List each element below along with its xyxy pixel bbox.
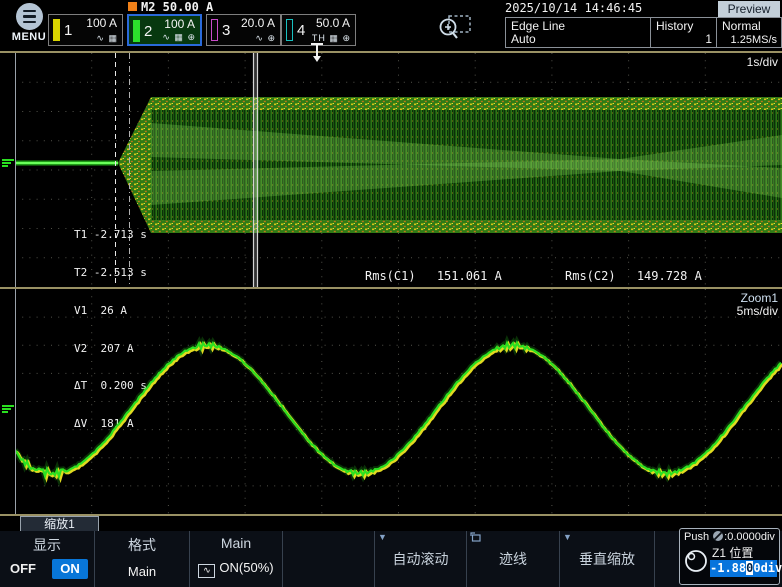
zoom-search-icon[interactable]	[437, 13, 473, 48]
ac-wave-icon: ∿	[162, 32, 171, 42]
channel-1-range: 100 A	[86, 16, 117, 30]
knob-push-icon	[712, 530, 724, 542]
softkey-menu-bar: 显示 OFF ON 格式 Main Main ∿ ON(50%) ▼ 自动滚动 迹…	[0, 531, 782, 587]
channel-4-color-bar	[286, 19, 293, 41]
vertical-zoom-cell[interactable]: ▼ 垂直缩放	[560, 531, 655, 587]
filter-icon: ▦	[108, 33, 118, 43]
history-value: 1	[705, 32, 712, 46]
acquisition-box[interactable]: Normal 1.25MS/s	[716, 17, 782, 48]
zoom-waveform-canvas[interactable]	[15, 289, 782, 514]
format-cell[interactable]: 格式 Main	[95, 531, 190, 587]
probe-icon: ⊕	[342, 33, 351, 43]
trigger-type: Edge Line	[511, 19, 565, 33]
probe-icon: ⊕	[187, 32, 196, 42]
channel-1-number: 1	[64, 22, 72, 39]
trigger-mode: Auto	[511, 32, 536, 46]
ground-marker-main	[2, 159, 14, 168]
probe-icon: ⊕	[267, 33, 276, 43]
channel-2-number: 2	[144, 23, 152, 40]
push-hint-row: Push :0.0000div	[684, 530, 775, 543]
channel-2-range: 100 A	[164, 17, 195, 31]
z1-position-label: Z1 位置	[712, 544, 753, 561]
filter-icon: ▦	[329, 33, 339, 43]
menu-button[interactable]: MENU	[7, 3, 51, 49]
z1-position-knob-panel[interactable]: Push :0.0000div Z1 位置 -1.8800div	[679, 528, 780, 585]
zoom-timebase-label: 5ms/div	[737, 304, 778, 318]
autoscroll-cell[interactable]: ▼ 自动滚动	[375, 531, 467, 587]
ac-wave-icon: ∿	[255, 33, 264, 43]
tab-zoom1[interactable]: 缩放1	[20, 516, 99, 532]
sample-rate: 1.25MS/s	[731, 34, 777, 46]
datetime: 2025/10/14 14:46:45	[505, 1, 642, 15]
display-cell[interactable]: 显示 OFF ON	[0, 531, 95, 587]
ac-wave-icon: ∿	[96, 33, 105, 43]
dropdown-arrow-icon: ▼	[563, 532, 572, 542]
main-ratio-label: Main	[190, 535, 282, 551]
format-value: Main	[95, 564, 189, 579]
popout-window-icon	[470, 532, 481, 544]
rms-c1-readout: Rms(C1) 151.061 A	[365, 269, 502, 283]
main-ratio-value-row: ∿ ON(50%)	[190, 560, 282, 578]
rms-c1-label: Rms(C1)	[365, 269, 416, 283]
display-label: 显示	[0, 535, 94, 555]
trigger-settings-box[interactable]: Edge Line Auto	[505, 17, 651, 48]
rms-c2-label: Rms(C2)	[565, 269, 616, 283]
display-off-option[interactable]: OFF	[10, 561, 36, 576]
rms-c2-value: 149.728 A	[637, 269, 702, 283]
waveform-thumbnail-icon: ∿	[198, 564, 215, 578]
display-on-option[interactable]: ON	[52, 559, 88, 579]
math-channel-color-swatch	[128, 2, 137, 11]
empty-cell	[283, 531, 375, 587]
channel-3-coupling-icons: ∿ ⊕	[255, 33, 276, 44]
autoscroll-label: 自动滚动	[375, 531, 466, 587]
filter-icon: ▦	[174, 32, 184, 42]
menu-label: MENU	[7, 31, 51, 43]
z1-value-post: 0div	[753, 561, 782, 575]
history-box[interactable]: History 1	[650, 17, 717, 48]
z1-value-pre: -1.88	[710, 561, 746, 575]
main-ratio-cell[interactable]: Main ∿ ON(50%)	[190, 531, 283, 587]
rotary-knob-icon[interactable]	[684, 549, 708, 573]
channel-4-range: 50.0 A	[316, 16, 350, 30]
channel-2-color-bar	[133, 20, 140, 42]
rms-c1-value: 151.061 A	[437, 269, 502, 283]
channel-3-number: 3	[222, 22, 230, 39]
push-value: :0.0000div	[724, 531, 775, 543]
rms-c2-readout: Rms(C2) 149.728 A	[565, 269, 702, 283]
format-label: 格式	[95, 535, 189, 555]
main-timebase-label: 1s/div	[747, 55, 778, 69]
channel-1-coupling-icons: ∿ ▦	[96, 33, 118, 44]
cursor-t1: T1 -2.713 s	[74, 229, 147, 242]
acquisition-mode: Normal	[722, 19, 761, 33]
channel-2-coupling-icons: ∿ ▦ ⊕	[162, 32, 196, 43]
hamburger-icon	[16, 3, 43, 30]
ground-marker-zoom	[2, 405, 14, 414]
channel-3-range: 20.0 A	[241, 16, 275, 30]
zoom-waveform-graph[interactable]	[0, 289, 782, 514]
channel-2-box[interactable]: 2 100 A ∿ ▦ ⊕	[127, 14, 202, 46]
main-ratio-value: ON(50%)	[219, 560, 273, 575]
zoom-window-title: Zoom1	[741, 291, 778, 305]
footer-divider	[0, 514, 782, 516]
cursor-t2: T2 -2.513 s	[74, 267, 147, 280]
math-channel-label: M2 50.00 A	[141, 0, 213, 14]
vertical-zoom-label: 垂直缩放	[560, 531, 654, 587]
trigger-position-icon[interactable]	[308, 42, 326, 69]
channel-1-box[interactable]: 1 100 A ∿ ▦	[48, 14, 123, 46]
channel-1-color-bar	[53, 19, 60, 41]
z1-position-value[interactable]: -1.8800div	[710, 560, 777, 577]
channel-3-color-bar	[211, 19, 218, 41]
channel-3-box[interactable]: 3 20.0 A ∿ ⊕	[206, 14, 281, 46]
preview-button[interactable]: Preview	[718, 1, 780, 17]
channel-4-number: 4	[297, 22, 305, 39]
push-label: Push	[684, 531, 709, 543]
history-label: History	[656, 19, 693, 33]
dropdown-arrow-icon: ▼	[378, 532, 387, 542]
trace-cell[interactable]: 迹线	[467, 531, 560, 587]
